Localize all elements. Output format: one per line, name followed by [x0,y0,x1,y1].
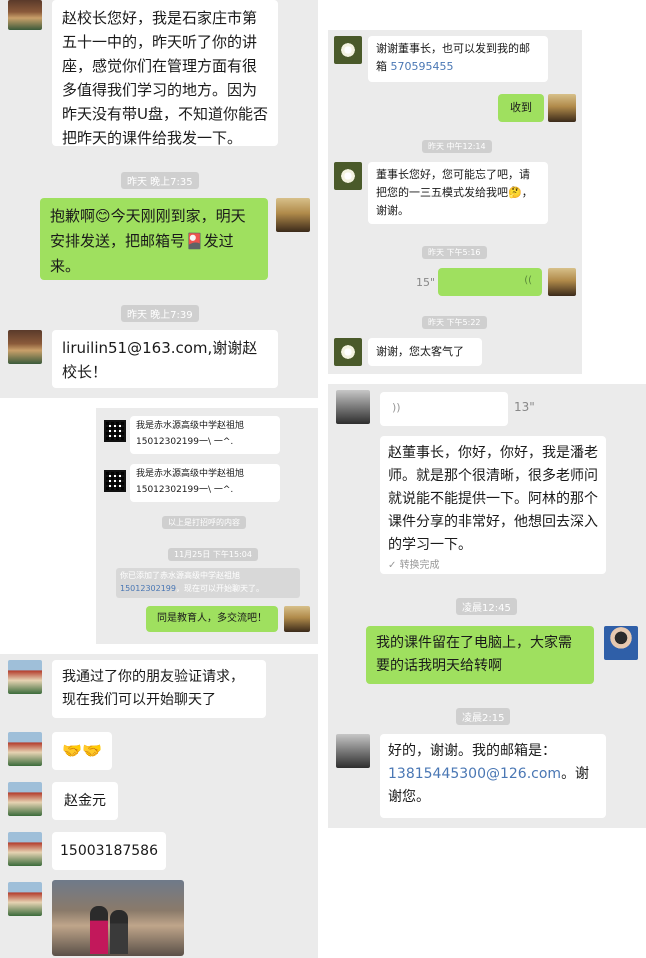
avatar[interactable] [8,882,42,916]
message-bubble[interactable]: 抱歉啊😊今天刚刚到家，明天安排发送，把邮箱号🎴发过来。 [40,198,268,280]
email-link[interactable]: 13815445300@126.com [388,766,561,782]
chat-panel-principal: 赵校长您好，我是石家庄市第五十一中的，昨天听了你的讲座，感觉你们在管理方面有很多… [0,0,318,398]
avatar[interactable] [8,832,42,866]
avatar[interactable] [8,782,42,816]
avatar[interactable] [334,36,362,64]
message-bubble[interactable]: 赵董事长，你好，你好，我是潘老师。就是那个很清晰，很多老师问就说能不能提供一下。… [380,436,606,574]
avatar[interactable] [284,606,310,632]
message-text: 收到 [510,101,532,114]
avatar[interactable] [334,162,362,190]
convert-status-label: 转换完成 [399,560,440,571]
timestamp: 昨天 下午5:16 [422,246,487,259]
message-text: 抱歉啊😊今天刚刚到家，明天安排发送，把邮箱号🎴发过来。 [50,207,246,275]
message-bubble[interactable]: 15003187586 [52,832,166,870]
message-text: 好的，谢谢。我的邮箱是： [388,743,556,759]
voice-icon: )) [392,401,401,414]
photo-person [110,910,128,954]
notice-text: 你已添加了赤水源高级中学赵祖旭 [120,571,240,580]
qr-code-icon [104,420,126,442]
voice-icon: (( [524,275,532,286]
message-bubble[interactable]: 谢谢，您太客气了 [368,338,482,366]
avatar[interactable] [8,0,42,30]
timestamp: 昨天 下午5:22 [422,316,487,329]
message-text: 15012302199一\ 一^. [136,437,234,447]
timestamp: 昨天 晚上7:35 [121,172,199,189]
voice-duration: 15" [416,276,436,289]
avatar[interactable] [8,660,42,694]
timestamp: 昨天 中午12:14 [422,140,492,153]
chat-panel-friend: 我通过了你的朋友验证请求，现在我们可以开始聊天了 🤝🤝 赵金元 15003187… [0,654,318,958]
message-bubble[interactable]: 好的，谢谢。我的邮箱是：13815445300@126.com。谢谢您。 [380,734,606,818]
notice-text: ，现在可以开始聊天了。 [176,584,264,593]
message-text: 我通过了你的朋友验证请求，现在我们可以开始聊天了 [62,669,244,708]
voice-message[interactable]: (( [438,268,542,296]
avatar[interactable] [336,734,370,768]
message-bubble[interactable]: 🤝🤝 [52,732,112,770]
message-text: 我是赤水源高级中学赵祖旭 [136,421,245,431]
chat-panel-chairman: 谢谢董事长，也可以发到我的邮箱 570595455 收到 昨天 中午12:14 … [328,30,582,374]
message-bubble[interactable]: 我是赤水源高级中学赵祖旭 15012302199一\ 一^. [130,416,280,454]
message-text: 我的课件留在了电脑上，大家需要的话我明天给转啊 [376,635,572,674]
message-bubble[interactable]: 赵校长您好，我是石家庄市第五十一中的，昨天听了你的讲座，感觉你们在管理方面有很多… [52,0,278,147]
handshake-emoji: 🤝🤝 [62,741,102,760]
avatar[interactable] [276,198,310,232]
message-text: 赵校长您好，我是石家庄市第五十一中的，昨天听了你的讲座，感觉你们在管理方面有很多… [62,9,268,147]
avatar[interactable] [8,330,42,364]
message-text: 15012302199一\ 一^. [136,485,234,495]
avatar[interactable] [336,390,370,424]
timestamp: 凌晨2:15 [456,708,511,725]
email-link[interactable]: 570595455 [391,60,454,73]
timestamp: 11月25日 下午15:04 [168,548,258,561]
convert-status: ✓ 转换完成 [388,559,598,573]
message-text: 董事长您好，您可能忘了吧，请把您的一三五模式发给我吧🤔，谢谢。 [376,168,533,217]
timestamp: 凌晨12:45 [456,598,517,615]
message-bubble[interactable]: 我的课件留在了电脑上，大家需要的话我明天给转啊 [366,626,594,684]
chat-panel-teacher: )) 13" 赵董事长，你好，你好，我是潘老师。就是那个很清晰，很多老师问就说能… [328,384,646,828]
message-text: 同是教育人，多交流吧！ [157,613,267,624]
message-text: liruilin51@163.com,谢谢赵校长！ [62,339,258,381]
message-bubble[interactable]: 谢谢董事长，也可以发到我的邮箱 570595455 [368,36,548,82]
system-notice: 你已添加了赤水源高级中学赵祖旭 15012302199，现在可以开始聊天了。 [116,568,300,598]
photo-person [90,906,108,954]
system-notice: 以上是打招呼的内容 [162,516,246,529]
avatar[interactable] [548,268,576,296]
message-bubble[interactable]: 同是教育人，多交流吧！ [146,606,278,632]
message-text: 我是赤水源高级中学赵祖旭 [136,469,245,479]
avatar[interactable] [334,338,362,366]
check-icon: ✓ [388,560,400,571]
message-bubble[interactable]: 赵金元 [52,782,118,820]
message-bubble[interactable]: 收到 [498,94,544,122]
message-bubble[interactable]: 我是赤水源高级中学赵祖旭 15012302199一\ 一^. [130,464,280,502]
message-text: 赵金元 [64,793,106,809]
message-text: 赵董事长，你好，你好，我是潘老师。就是那个很清晰，很多老师问就说能不能提供一下。… [388,445,598,553]
avatar[interactable] [548,94,576,122]
voice-duration: 13" [514,400,535,414]
avatar[interactable] [604,626,638,660]
message-bubble[interactable]: 我通过了你的朋友验证请求，现在我们可以开始聊天了 [52,660,266,718]
message-text: 谢谢，您太客气了 [376,345,464,358]
qr-code-icon [104,470,126,492]
voice-message[interactable]: )) [380,392,508,426]
chat-panel-greeting: 我是赤水源高级中学赵祖旭 15012302199一\ 一^. 我是赤水源高级中学… [96,408,318,644]
avatar[interactable] [8,732,42,766]
message-bubble[interactable]: liruilin51@163.com,谢谢赵校长！ [52,330,278,388]
message-bubble[interactable]: 董事长您好，您可能忘了吧，请把您的一三五模式发给我吧🤔，谢谢。 [368,162,548,224]
photo-message[interactable] [52,880,184,956]
message-text: 15003187586 [60,843,158,859]
timestamp: 昨天 晚上7:39 [121,305,199,322]
phone-link[interactable]: 15012302199 [120,584,176,593]
